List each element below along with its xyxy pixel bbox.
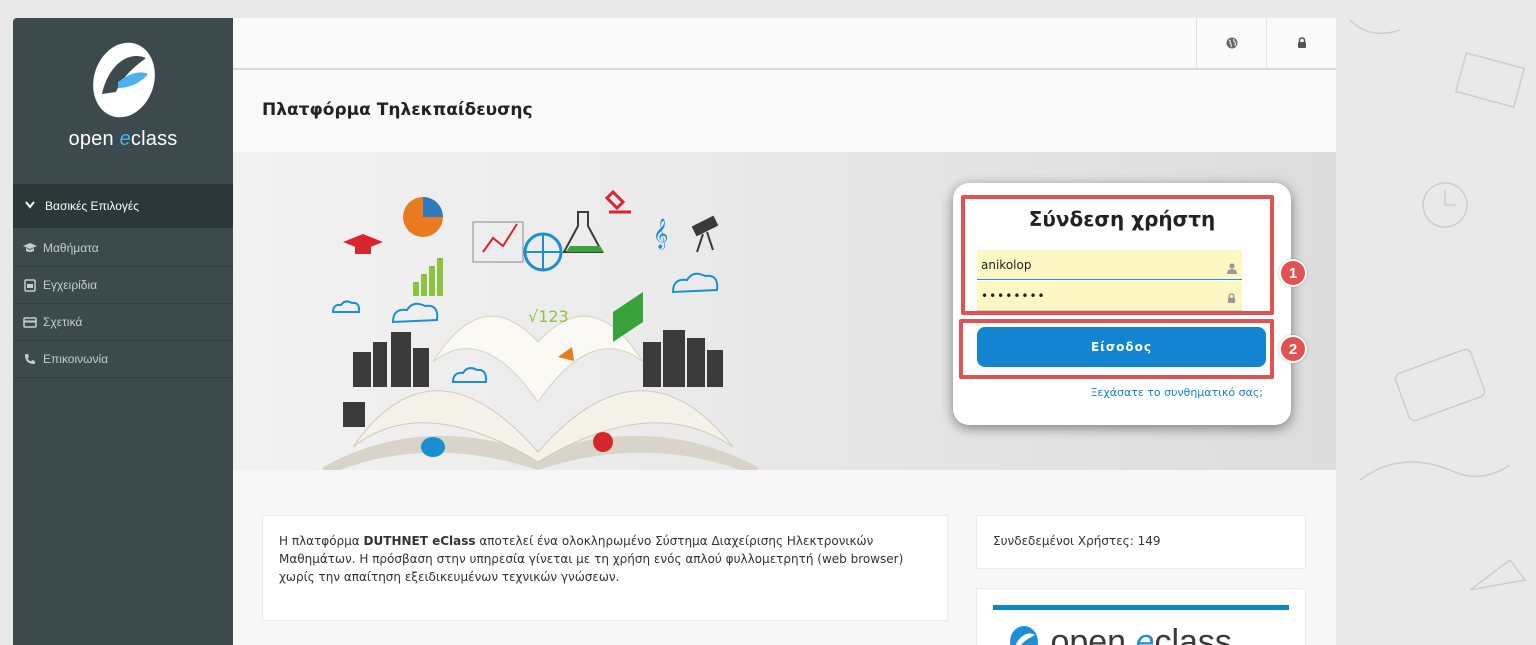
nav-item-label: Εγχειρίδια [43, 278, 98, 292]
nav-item-manuals[interactable]: Εγχειρίδια [13, 267, 233, 304]
platform-description: Η πλατφόρμα DUTHNET eClass αποτελεί ένα … [262, 515, 948, 621]
eclass-logo[interactable]: open eclass [13, 36, 233, 151]
eclass-logo-icon [1010, 626, 1038, 645]
sidebar: open eclass Βασικές Επιλογές Μαθήματα Εγ… [13, 18, 233, 645]
nav-item-label: Μαθήματα [43, 241, 99, 255]
eclass-banner: open eclass [976, 588, 1306, 645]
platform-name: DUTHNET eClass [363, 534, 476, 548]
manual-icon [21, 278, 39, 292]
login-card: Σύνδεση χρήστη Είσοδος Ξεχάσατε το συνθη… [953, 183, 1307, 425]
chevron-down-icon [25, 200, 35, 212]
nav-section-basic-options[interactable]: Βασικές Επιλογές [13, 184, 233, 228]
nav-section-label: Βασικές Επιλογές [45, 199, 140, 213]
login-submit-button[interactable]: Είσοδος [977, 327, 1266, 367]
step-badge-1: 1 [1279, 259, 1307, 287]
nav-list: Μαθήματα Εγχειρίδια Σχετικά Επικοινωνία [13, 230, 233, 378]
main-panel: Πλατφόρμα Τηλεκπαίδευσης √123 𝄞 Σύνδεση … [233, 18, 1336, 645]
language-button[interactable] [1196, 18, 1266, 68]
hero-banner: √123 𝄞 Σύνδεση χρήστη anikolop •••••••• … [233, 152, 1336, 470]
nav-item-label: Σχετικά [43, 315, 83, 329]
description-text: Η πλατφόρμα [279, 534, 364, 548]
banner-bar [993, 605, 1289, 610]
online-users-count: Συνδεδεμένοι Χρήστες: 149 [993, 534, 1161, 548]
lock-icon [1297, 37, 1306, 48]
online-users-box: Συνδεδεμένοι Χρήστες: 149 [976, 515, 1306, 569]
page-header: Πλατφόρμα Τηλεκπαίδευσης [233, 70, 1336, 152]
graduation-cap-icon [21, 242, 39, 254]
nav-item-about[interactable]: Σχετικά [13, 304, 233, 341]
nav-item-contact[interactable]: Επικοινωνία [13, 341, 233, 378]
book-illustration: √123 𝄞 [323, 189, 758, 470]
lower-content: Η πλατφόρμα DUTHNET eClass αποτελεί ένα … [233, 470, 1336, 645]
card-icon [21, 316, 39, 328]
svg-text:√123: √123 [528, 307, 569, 326]
logo-text: open eclass [68, 128, 178, 150]
phone-icon [21, 353, 39, 365]
page-title: Πλατφόρμα Τηλεκπαίδευσης [262, 100, 533, 120]
credentials-highlight-box [961, 195, 1274, 315]
forgot-password-link[interactable]: Ξεχάσατε το συνθηματικό σας; [1090, 386, 1263, 399]
globe-icon [1226, 37, 1237, 49]
nav-item-courses[interactable]: Μαθήματα [13, 230, 233, 267]
banner-logo: open eclass [1007, 623, 1232, 645]
step-badge-2: 2 [1279, 335, 1307, 363]
eclass-logo-icon [93, 42, 155, 118]
top-bar [233, 18, 1336, 70]
login-lock-button[interactable] [1266, 18, 1336, 68]
svg-text:𝄞: 𝄞 [653, 218, 668, 250]
nav-item-label: Επικοινωνία [43, 352, 109, 366]
